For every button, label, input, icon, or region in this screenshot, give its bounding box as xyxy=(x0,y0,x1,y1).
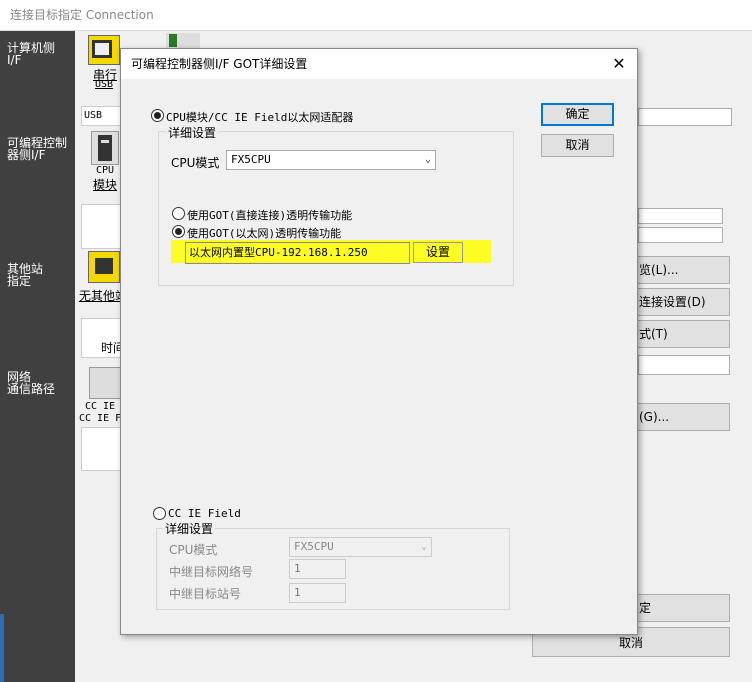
got-ethernet-transparent-radio[interactable] xyxy=(172,225,185,238)
network-route-label-line2: 通信路径 xyxy=(7,382,56,396)
relay-network-label: 中继目标网络号 xyxy=(169,565,254,579)
ethernet-setting-button-label: 设置 xyxy=(425,245,450,259)
ethernet-target-value: 以太网内置型CPU-192.168.1.250 xyxy=(189,246,368,259)
chevron-down-icon: ⌄ xyxy=(424,154,431,165)
no-other-station-icon[interactable] xyxy=(88,251,120,283)
chevron-down-icon: ⌄ xyxy=(420,541,427,552)
g-button-label: (G)... xyxy=(639,410,670,424)
ethernet-setting-button[interactable]: 设置 xyxy=(413,242,463,263)
serial-usb-icon[interactable] xyxy=(88,35,120,65)
cpu-module-label-line1: CPU xyxy=(96,165,115,176)
cc-ie-icon[interactable] xyxy=(89,367,121,399)
window-title: 连接目标指定 Connection xyxy=(0,0,752,30)
station-icon-top[interactable] xyxy=(166,33,200,49)
title-divider xyxy=(0,30,752,31)
dialog-title: 可编程控制器侧I/F GOT详细设置 xyxy=(131,57,308,71)
cpu-mode-label: CPU模式 xyxy=(171,156,220,170)
right-field-2[interactable] xyxy=(638,208,723,224)
plc-if-label-line2: 器侧I/F xyxy=(7,148,46,162)
cpu-module-label-line2: 模块 xyxy=(93,178,118,192)
left-category-strip: 计算机侧 I/F 可编程控制 器侧I/F 其他站 指定 网络 通信路径 xyxy=(0,31,75,682)
cc-ie-label-line1: CC IE xyxy=(85,401,116,412)
cpu-module-radio-label: CPU模块/CC IE Field以太网适配器 xyxy=(166,111,354,124)
right-field-1[interactable] xyxy=(638,108,732,126)
got-direct-transparent-label: 使用GOT(直接连接)透明传输功能 xyxy=(187,209,353,222)
serial-usb-label-line2: USB xyxy=(95,79,114,90)
close-icon[interactable]: ✕ xyxy=(609,49,629,79)
option1-group-title: 详细设置 xyxy=(166,124,219,141)
cc-cpu-mode-label: CPU模式 xyxy=(169,543,218,557)
cancel-button-label: 取消 xyxy=(565,138,590,152)
cc-ie-field-radio-label: CC IE Field xyxy=(168,507,241,520)
ok-button[interactable]: 确定 xyxy=(541,103,614,126)
ok-button-background-label: 定 xyxy=(639,601,652,615)
other-station-label-line2: 指定 xyxy=(7,274,32,288)
right-field-4[interactable] xyxy=(638,355,730,375)
cc-cpu-mode-select[interactable]: FX5CPU ⌄ xyxy=(289,537,432,557)
relay-station-label: 中继目标站号 xyxy=(169,587,242,601)
cpu-module-radio[interactable] xyxy=(151,109,164,122)
left-edge-accent xyxy=(0,614,4,682)
ethernet-target-field[interactable]: 以太网内置型CPU-192.168.1.250 xyxy=(185,242,410,264)
dialog-title-bar: 可编程控制器侧I/F GOT详细设置 ✕ xyxy=(121,49,637,79)
direct-connect-button-label: 连接设置(D) xyxy=(639,295,706,309)
right-field-3[interactable] xyxy=(638,227,723,243)
cc-cpu-mode-select-value: FX5CPU xyxy=(294,540,334,553)
ok-button-label: 确定 xyxy=(565,107,590,121)
cancel-button[interactable]: 取消 xyxy=(541,134,614,157)
cancel-button-background-label: 取消 xyxy=(618,636,643,650)
relay-station-input[interactable]: 1 xyxy=(289,583,346,603)
browse-button-label: 览(L)... xyxy=(639,263,679,277)
network-panel xyxy=(81,427,121,471)
usb-field: USB xyxy=(81,106,121,126)
plc-detail-panel xyxy=(81,204,121,249)
usb-field-value: USB xyxy=(84,110,103,121)
got-direct-transparent-radio[interactable] xyxy=(172,207,185,220)
relay-network-value: 1 xyxy=(294,562,301,575)
cc-ie-field-radio[interactable] xyxy=(153,507,166,520)
relay-network-input[interactable]: 1 xyxy=(289,559,346,579)
cpu-mode-select[interactable]: FX5CPU ⌄ xyxy=(226,150,436,170)
cc-ie-label-line2: CC IE F xyxy=(79,413,122,424)
got-ethernet-transparent-label: 使用GOT(以太网)透明传输功能 xyxy=(187,227,342,240)
option2-group-title: 详细设置 xyxy=(163,520,216,537)
got-detail-dialog: 可编程控制器侧I/F GOT详细设置 ✕ 确定 取消 CPU模块/CC IE F… xyxy=(120,48,638,635)
cpu-mode-select-value: FX5CPU xyxy=(231,153,271,166)
relay-station-value: 1 xyxy=(294,586,301,599)
cpu-module-icon[interactable] xyxy=(91,131,119,165)
test-button-label: 式(T) xyxy=(639,327,668,341)
pc-if-label-line2: I/F xyxy=(7,53,22,67)
